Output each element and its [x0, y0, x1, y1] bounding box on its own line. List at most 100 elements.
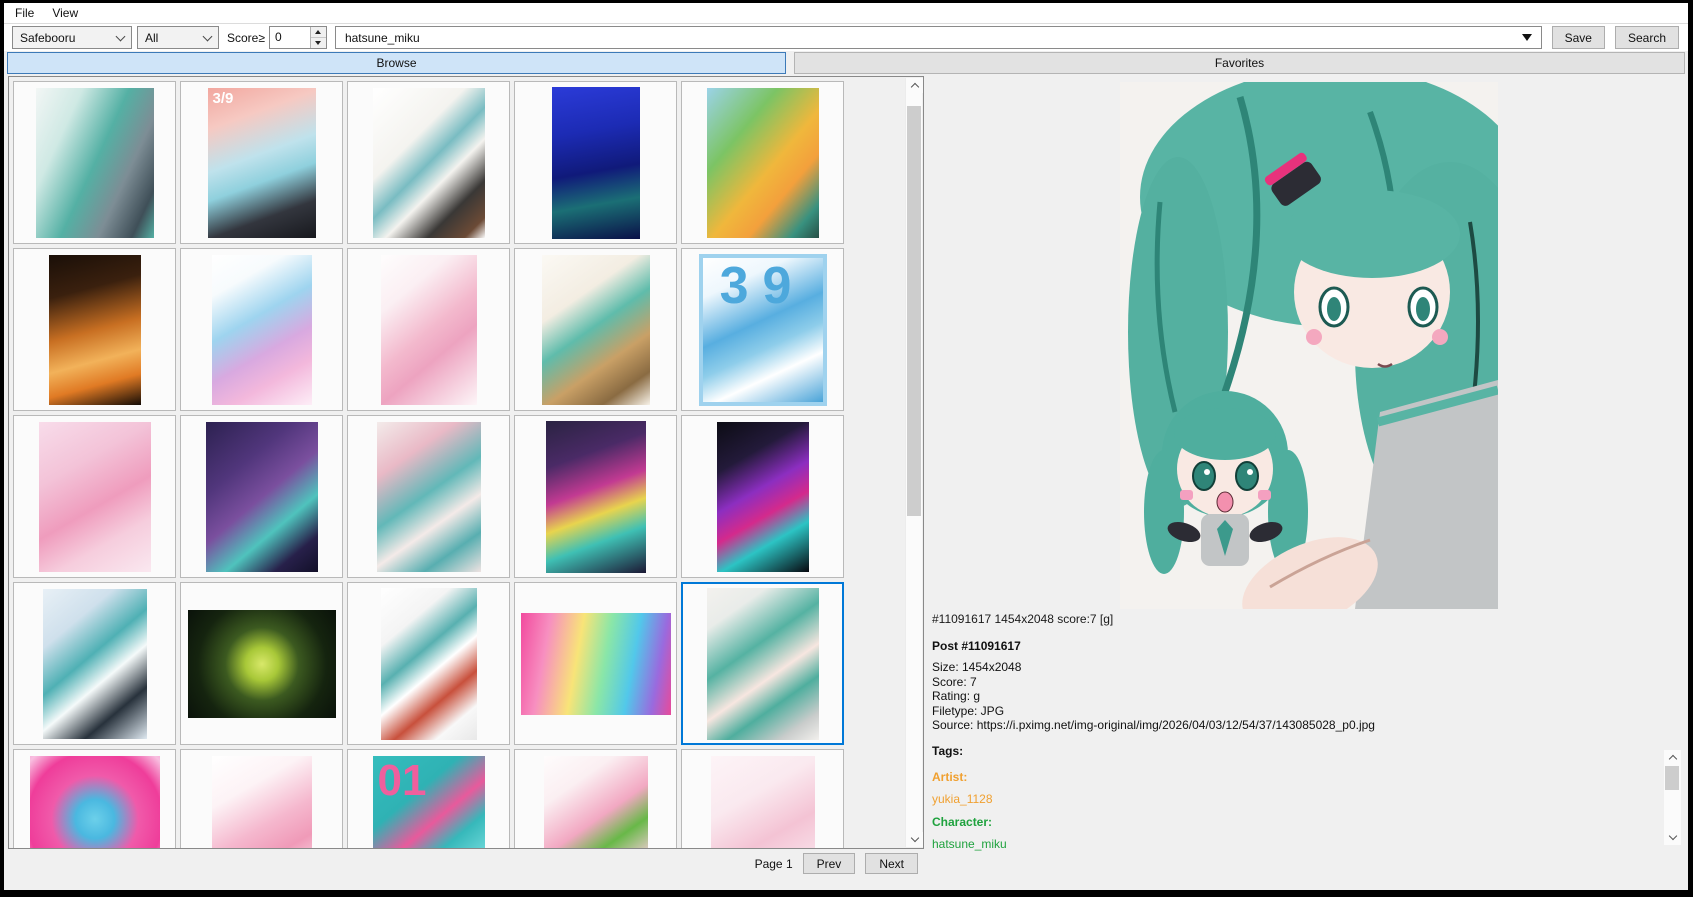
- tag-group-heading: Artist:: [932, 770, 1680, 785]
- thumbnail-cell[interactable]: [347, 582, 510, 745]
- search-input[interactable]: hatsune_miku: [335, 26, 1542, 49]
- thumbnail-image: [544, 756, 648, 850]
- thumbnail-cell[interactable]: [514, 81, 677, 244]
- scrollbar-thumb[interactable]: [907, 106, 921, 516]
- thumbnail-image: [36, 88, 154, 238]
- toolbar: Safebooru All Score≥ 0 hatsune_miku Save…: [4, 24, 1688, 51]
- info-scrollbar[interactable]: [1664, 750, 1681, 845]
- search-input-value: hatsune_miku: [345, 31, 420, 45]
- thumbnail-cell[interactable]: [681, 582, 844, 745]
- thumbnail-image: [546, 421, 646, 573]
- thumbnail-cell[interactable]: [13, 582, 176, 745]
- thumbnail-cell[interactable]: [13, 749, 176, 849]
- chevron-up-icon: [910, 83, 918, 91]
- thumbnail-image: [552, 87, 640, 239]
- thumbnail-cell[interactable]: [514, 749, 677, 849]
- stepper-down-button[interactable]: [311, 37, 326, 48]
- scroll-up-button[interactable]: [906, 78, 923, 93]
- thumbnail-image: [707, 88, 819, 238]
- thumbnail-cell[interactable]: [514, 582, 677, 745]
- thumbnail-cell[interactable]: [180, 582, 343, 745]
- thumbnail-overlay-text: 3/9: [213, 91, 234, 106]
- thumbnail-cell[interactable]: [13, 248, 176, 411]
- thumbnail-image: [212, 255, 312, 405]
- post-info-line: Source: https://i.pximg.net/img-original…: [932, 718, 1680, 733]
- tab-browse[interactable]: Browse: [7, 52, 786, 74]
- stepper-up-button[interactable]: [311, 27, 326, 37]
- menu-file[interactable]: File: [6, 3, 43, 23]
- thumbnail-image: 39: [699, 254, 827, 406]
- thumbnail-cell[interactable]: [13, 415, 176, 578]
- chevron-down-icon: [116, 31, 126, 41]
- thumbnail-image: [30, 756, 160, 850]
- thumbnail-cell[interactable]: [180, 415, 343, 578]
- next-page-button[interactable]: Next: [865, 853, 918, 874]
- thumbnail-image: [206, 422, 318, 572]
- thumbnail-image: [521, 613, 671, 715]
- thumbnail-cell[interactable]: [681, 81, 844, 244]
- thumbnail-image: [188, 610, 336, 718]
- page-label: Page 1: [755, 857, 793, 871]
- menu-view[interactable]: View: [43, 3, 87, 23]
- thumbnail-cell[interactable]: 39: [681, 248, 844, 411]
- post-info-panel: #11091617 1454x2048 score:7 [g] Post #11…: [932, 612, 1680, 860]
- thumbnail-overlay-text: 01: [378, 759, 427, 803]
- thumbnail-image: [381, 588, 477, 740]
- site-select[interactable]: Safebooru: [12, 26, 132, 49]
- preview-image: [1120, 82, 1498, 609]
- thumbnail-cell[interactable]: [347, 81, 510, 244]
- thumbnail-cell[interactable]: [514, 415, 677, 578]
- scroll-down-button[interactable]: [906, 832, 923, 847]
- rating-select-value: All: [145, 31, 158, 45]
- tab-favorites[interactable]: Favorites: [794, 52, 1685, 74]
- app-window: File View Safebooru All Score≥ 0 hatsune…: [0, 0, 1693, 897]
- chevron-down-icon: [1668, 832, 1676, 840]
- dropdown-arrow-icon[interactable]: [1522, 34, 1532, 41]
- chevron-down-icon: [910, 834, 918, 842]
- thumbnail-cell[interactable]: 3/9: [180, 81, 343, 244]
- thumbnail-cell[interactable]: [347, 248, 510, 411]
- score-label: Score≥: [227, 31, 265, 45]
- thumbnail-image: [381, 255, 477, 405]
- menu-bar: File View: [4, 3, 1688, 24]
- rating-select[interactable]: All: [137, 26, 219, 49]
- thumbnail-cell[interactable]: [180, 248, 343, 411]
- thumbnail-image: [711, 756, 815, 850]
- thumbnail-panel: 3/9 39 01: [8, 76, 924, 849]
- thumbnail-cell[interactable]: [514, 248, 677, 411]
- thumbnail-grid: 3/9 39 01: [13, 81, 844, 849]
- thumbnail-image: [717, 422, 809, 572]
- tag-groups: Artist:yukia_1128Character:hatsune_miku: [932, 770, 1680, 851]
- score-stepper[interactable]: 0: [269, 26, 327, 49]
- thumbnail-cell[interactable]: [13, 81, 176, 244]
- thumbnail-image: [377, 422, 481, 572]
- thumbnail-cell[interactable]: [681, 749, 844, 849]
- score-value: 0: [270, 27, 310, 48]
- thumbnail-image: 01: [373, 756, 485, 850]
- post-info-lines: Size: 1454x2048Score: 7Rating: gFiletype…: [932, 660, 1680, 733]
- site-select-value: Safebooru: [20, 31, 75, 45]
- post-info-line: Filetype: JPG: [932, 704, 1680, 719]
- preview-caption: #11091617 1454x2048 score:7 [g]: [932, 612, 1680, 627]
- thumbnail-image: [49, 255, 141, 405]
- thumbnail-cell[interactable]: [347, 415, 510, 578]
- tag-item[interactable]: hatsune_miku: [932, 837, 1680, 852]
- thumbnail-cell[interactable]: [180, 749, 343, 849]
- chevron-up-icon: [1668, 755, 1676, 763]
- tag-item[interactable]: yukia_1128: [932, 792, 1680, 807]
- prev-page-button[interactable]: Prev: [803, 853, 856, 874]
- stepper-buttons: [310, 27, 326, 48]
- thumbnail-image: [373, 88, 485, 238]
- thumbnail-cell[interactable]: [681, 415, 844, 578]
- thumbnail-image: [39, 422, 151, 572]
- scrollbar-thumb[interactable]: [1665, 766, 1679, 790]
- grid-scrollbar[interactable]: [905, 78, 922, 847]
- scroll-up-button[interactable]: [1664, 750, 1681, 765]
- arrow-up-icon: [315, 30, 321, 34]
- thumbnail-overlay-text: 39: [703, 260, 823, 312]
- post-info-line: Rating: g: [932, 689, 1680, 704]
- scroll-down-button[interactable]: [1664, 830, 1681, 845]
- search-button[interactable]: Search: [1615, 26, 1679, 49]
- thumbnail-cell[interactable]: 01: [347, 749, 510, 849]
- save-button[interactable]: Save: [1552, 26, 1605, 49]
